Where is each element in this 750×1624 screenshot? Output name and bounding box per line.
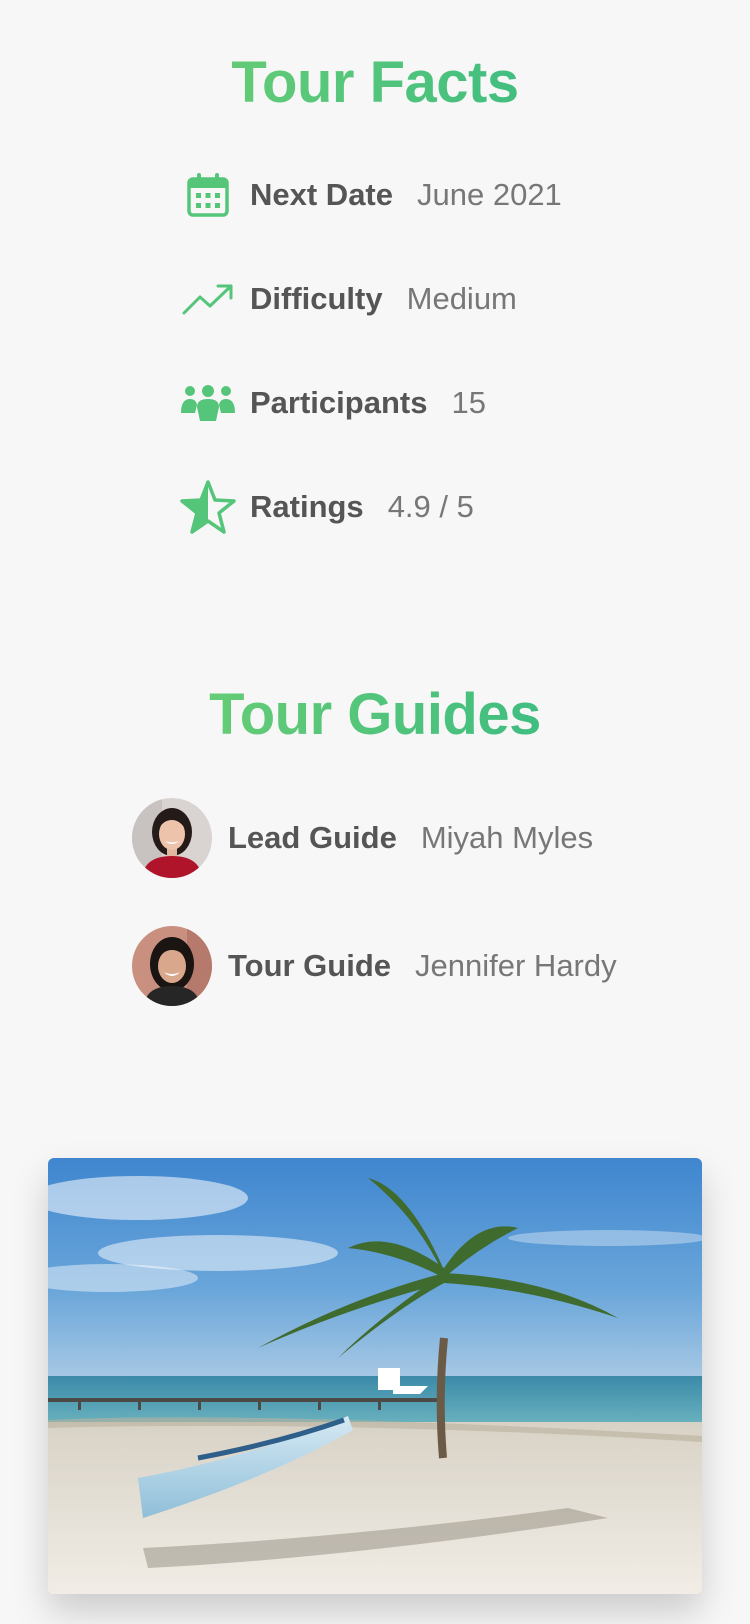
fact-label: Ratings [250,489,364,524]
guide-role: Lead Guide [228,820,397,855]
fact-value: June 2021 [417,177,562,212]
fact-label: Participants [250,385,428,420]
fact-value: 15 [451,385,486,420]
guide-name: Jennifer Hardy [415,948,617,983]
tour-facts-title: Tour Facts [0,54,750,112]
users-icon [180,375,236,431]
star-icon [180,479,236,535]
avatar [132,798,212,878]
fact-difficulty: Difficulty Medium [180,271,517,327]
guide-tour: Tour Guide Jennifer Hardy [132,926,617,1006]
guide-role: Tour Guide [228,948,392,983]
fact-next-date: Next Date June 2021 [180,167,562,223]
calendar-icon [180,167,236,223]
fact-label: Difficulty [250,281,383,316]
avatar [132,926,212,1006]
tour-photo [48,1158,702,1594]
fact-value: Medium [406,281,517,316]
fact-participants: Participants 15 [180,375,486,431]
trending-up-icon [180,271,236,327]
tour-guides-title: Tour Guides [0,686,750,744]
guide-lead: Lead Guide Miyah Myles [132,798,593,878]
fact-value: 4.9 / 5 [387,489,474,524]
fact-ratings: Ratings 4.9 / 5 [180,479,474,535]
fact-label: Next Date [250,177,393,212]
guide-name: Miyah Myles [420,820,594,855]
